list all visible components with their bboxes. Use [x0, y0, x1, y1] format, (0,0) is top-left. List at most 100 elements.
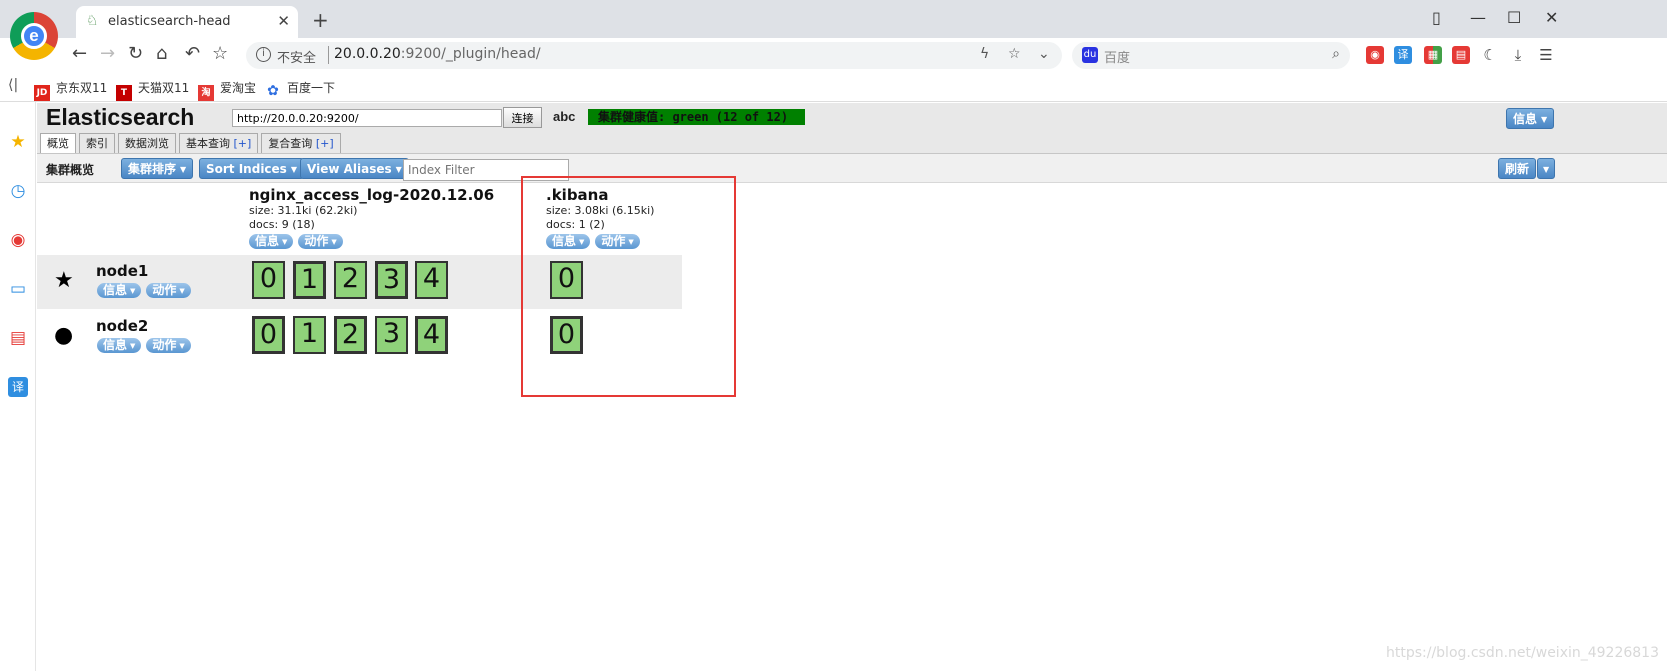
bookmarks-bar: ⟨| JD 京东双11 T 天猫双11 淘爱淘宝 ✿ 百度一下 [0, 72, 1667, 102]
apps-ext-icon[interactable]: ▦ [1424, 46, 1442, 64]
connect-button[interactable]: 连接 [503, 107, 542, 128]
shard-primary[interactable]: 0 [252, 316, 285, 354]
search-box[interactable]: du 百度 ⌕ [1072, 42, 1350, 69]
translate-ext-icon[interactable]: 译 [1394, 46, 1412, 64]
menu-icon[interactable]: ☰ [1537, 46, 1555, 64]
favorite-star-icon[interactable]: ☆ [1008, 46, 1021, 62]
refresh-options-button[interactable]: ▼ [1537, 158, 1556, 179]
sort-indices-button[interactable]: Sort Indices ▼ [199, 158, 304, 179]
back-icon[interactable]: ← [72, 43, 87, 64]
es-header: Elasticsearch 连接 abc 集群健康值: green (12 of… [37, 103, 1667, 153]
shard-replica[interactable]: 2 [334, 261, 367, 299]
close-tab-icon[interactable]: ✕ [277, 12, 290, 30]
node-info-button[interactable]: 信息 ▼ [97, 338, 142, 353]
maximize-icon[interactable]: ☐ [1507, 8, 1521, 27]
download-icon[interactable]: ⤓ [1509, 46, 1527, 64]
info-icon[interactable]: i [256, 47, 271, 62]
search-placeholder: 百度 [1104, 51, 1131, 66]
node-info-button[interactable]: 信息 ▼ [97, 283, 142, 298]
reload-icon[interactable]: ↻ [128, 43, 143, 64]
index-name: nginx_access_log-2020.12.06 [249, 186, 495, 204]
weibo-ext-icon[interactable]: ◉ [1366, 46, 1384, 64]
forward-icon[interactable]: → [100, 43, 115, 64]
pdf-ext-icon[interactable]: ▤ [1452, 46, 1470, 64]
minimize-icon[interactable]: — [1470, 8, 1486, 27]
shard-replica[interactable]: 0 [252, 261, 285, 299]
bookmark-star-icon[interactable]: ☆ [212, 43, 228, 64]
shard-primary[interactable]: 2 [334, 316, 367, 354]
refresh-group: 刷新 ▼ [1498, 158, 1556, 179]
index-action-button[interactable]: 动作 ▼ [298, 234, 343, 249]
new-tab-icon[interactable]: + [312, 8, 329, 32]
node-action-button[interactable]: 动作 ▼ [146, 338, 191, 353]
browser-logo-icon: e [10, 12, 58, 60]
shard-primary[interactable]: 4 [415, 316, 448, 354]
shard-replica[interactable]: 4 [415, 261, 448, 299]
home-icon[interactable]: ⌂ [156, 43, 167, 64]
chevron-down-icon[interactable]: ⌄ [1038, 46, 1050, 62]
shard-primary[interactable]: 3 [375, 261, 408, 299]
favorites-star-icon[interactable]: ★ [8, 132, 28, 152]
brand-title: Elasticsearch [46, 104, 195, 130]
main-tabs: 概览 索引 数据浏览 基本查询 [+] 复合查询 [+] [40, 133, 344, 153]
address-divider [328, 46, 329, 64]
browser-toolbar: ← → ↻ ⌂ ↶ ☆ i 不安全 20.0.0.20:9200/_plugin… [0, 38, 1667, 72]
tab-title: elasticsearch-head [108, 14, 231, 29]
dark-mode-icon[interactable]: ☾ [1481, 46, 1499, 64]
baidu-icon: du [1082, 47, 1098, 63]
tab-browser[interactable]: 数据浏览 [118, 133, 176, 153]
shard-replica[interactable]: 3 [375, 316, 408, 354]
overview-title: 集群概览 [46, 163, 95, 177]
taobao-icon: 淘 [198, 85, 214, 101]
index-size: size: 31.1ki (62.2ki) [249, 204, 358, 217]
cluster-name: abc [553, 109, 576, 124]
insecure-label: 不安全 [277, 51, 317, 66]
translate-icon[interactable]: 译 [8, 377, 28, 397]
history-icon[interactable]: ◷ [8, 181, 28, 201]
shard-primary[interactable]: 1 [293, 261, 326, 299]
shard-replica[interactable]: 1 [293, 316, 326, 354]
address-url[interactable]: 20.0.0.20:9200/_plugin/head/ [334, 46, 541, 62]
tab-compound-query[interactable]: 复合查询 [+] [261, 133, 341, 153]
view-aliases-button[interactable]: View Aliases ▼ [300, 158, 409, 179]
cluster-health-badge: 集群健康值: green (12 of 12) [588, 109, 805, 125]
refresh-button[interactable]: 刷新 [1498, 158, 1537, 179]
bookmark-tmall[interactable]: T 天猫双11 [116, 79, 189, 101]
browser-sidebar: ★ ◷ ◉ ▭ ▤ 译 [0, 102, 36, 671]
node-name: node1 [96, 262, 149, 280]
baidu-paw-icon: ✿ [265, 83, 281, 99]
undo-icon[interactable]: ↶ [185, 43, 200, 64]
bookmark-jd[interactable]: JD 京东双11 [34, 79, 107, 101]
info-dropdown-button[interactable]: 信息 ▼ [1506, 108, 1555, 129]
reading-mode-icon[interactable]: ▯ [1432, 8, 1441, 27]
master-star-icon: ★ [54, 268, 74, 293]
es-head-app: Elasticsearch 连接 abc 集群健康值: green (12 of… [37, 103, 1667, 671]
tab-manager-icon[interactable]: ▭ [8, 279, 28, 299]
elasticsearch-favicon-icon: ♘ [86, 13, 99, 29]
weibo-icon[interactable]: ◉ [8, 230, 28, 250]
browser-titlebar: ♘ elasticsearch-head ✕ + ▯ — ☐ ✕ [0, 0, 1667, 38]
tab-indices[interactable]: 索引 [79, 133, 115, 153]
overview-toolbar: 集群概览 集群排序▼ Sort Indices▼ View Aliases▼ 刷… [37, 153, 1667, 183]
bookmark-baidu[interactable]: ✿ 百度一下 [265, 79, 335, 99]
tab-basic-query[interactable]: 基本查询 [+] [179, 133, 259, 153]
bookmark-aitaobao[interactable]: 淘爱淘宝 [198, 79, 256, 101]
browser-tab[interactable]: ♘ elasticsearch-head ✕ [76, 6, 298, 38]
watermark: https://blog.csdn.net/weixin_49226813 [1385, 645, 1659, 661]
tmall-icon: T [116, 85, 132, 101]
node-name: node2 [96, 317, 149, 335]
address-bar[interactable]: i 不安全 20.0.0.20:9200/_plugin/head/ ϟ ☆ ⌄ [246, 42, 1062, 69]
pdf-icon[interactable]: ▤ [8, 328, 28, 348]
node-dot-icon: ● [54, 323, 74, 348]
node-action-button[interactable]: 动作 ▼ [146, 283, 191, 298]
sidebar-toggle-icon[interactable]: ⟨| [8, 77, 18, 93]
close-window-icon[interactable]: ✕ [1545, 8, 1558, 27]
index-header: nginx_access_log-2020.12.06 size: 31.1ki… [249, 186, 494, 249]
jd-icon: JD [34, 85, 50, 101]
index-info-button[interactable]: 信息 ▼ [249, 234, 294, 249]
tab-overview[interactable]: 概览 [40, 133, 76, 153]
search-icon[interactable]: ⌕ [1332, 46, 1340, 62]
sort-cluster-button[interactable]: 集群排序 ▼ [121, 158, 194, 179]
connect-url-input[interactable] [232, 109, 502, 127]
lightning-icon[interactable]: ϟ [980, 46, 989, 62]
